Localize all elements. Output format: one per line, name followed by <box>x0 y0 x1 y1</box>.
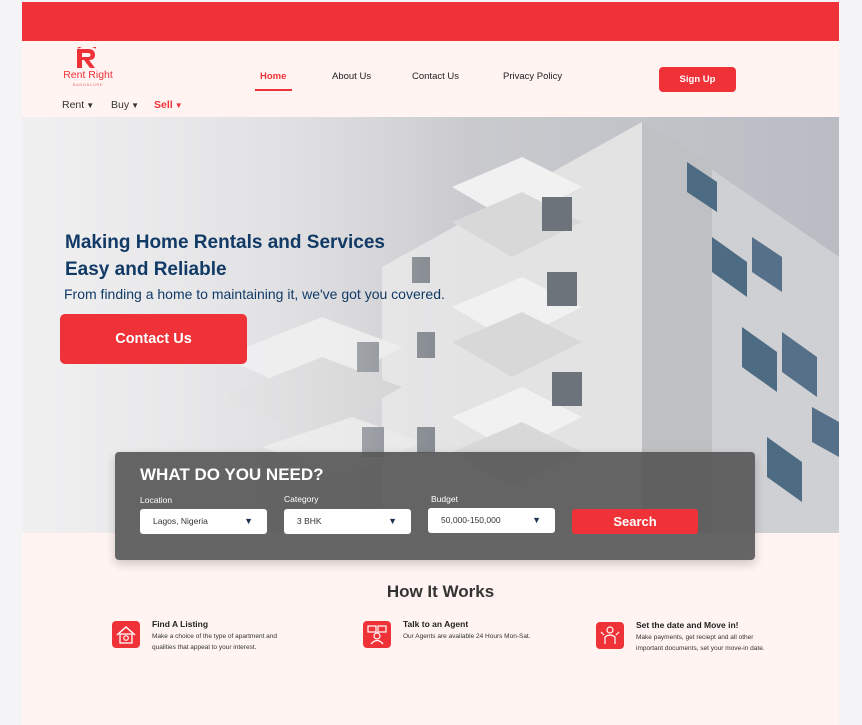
location-select[interactable]: Lagos, Nigeria ▼ <box>140 509 267 534</box>
brand-city: BANGALORE <box>72 82 104 87</box>
step-title: Find A Listing <box>152 619 209 629</box>
hero-headline-line-1: Making Home Rentals and Services <box>65 232 385 253</box>
caret-down-icon: ▼ <box>86 101 95 110</box>
agent-chat-icon <box>363 621 391 648</box>
step-description: Make a choice of the type of apartment a… <box>152 633 278 651</box>
top-banner <box>22 2 839 41</box>
location-label: Location <box>140 495 173 505</box>
caret-down-icon: ▼ <box>174 101 183 110</box>
subnav-rent-label: Rent <box>62 99 85 111</box>
rent-right-logo-icon <box>77 47 97 68</box>
category-value: 3 BHK <box>297 516 322 526</box>
nav-about-us[interactable]: About Us <box>332 71 371 82</box>
hero-headline-line-2: Easy and Reliable <box>65 259 227 280</box>
step-description: Make payments, get reciept and all other… <box>636 634 765 652</box>
hero-subheadline: From finding a home to maintaining it, w… <box>64 286 445 302</box>
house-search-icon <box>112 621 140 648</box>
subnav-buy[interactable]: Buy ▼ <box>111 99 139 111</box>
nav-active-indicator <box>255 89 292 91</box>
caret-down-icon: ▼ <box>131 101 140 110</box>
hero-headline: Making Home Rentals and Services Easy an… <box>65 229 485 283</box>
nav-home[interactable]: Home <box>260 71 286 82</box>
subnav-buy-label: Buy <box>111 99 130 111</box>
subnav-sell-label: Sell <box>154 99 173 111</box>
how-it-works-title: How It Works <box>386 582 495 601</box>
subnav-rent[interactable]: Rent ▼ <box>62 99 94 111</box>
caret-down-icon: ▼ <box>388 516 397 526</box>
brand-name: Rent Right <box>63 69 113 81</box>
category-label: Category <box>284 494 319 504</box>
search-button[interactable]: Search <box>572 509 698 534</box>
nav-contact-us[interactable]: Contact Us <box>412 71 459 82</box>
budget-value: 50,000-150,000 <box>441 515 501 525</box>
step-description: Our Agents are available 24 Hours Mon-Sa… <box>403 633 531 640</box>
step-title: Set the date and Move in! <box>636 620 739 630</box>
site-header: Rent Right BANGALORE Home About Us Conta… <box>22 41 839 117</box>
nav-privacy-policy[interactable]: Privacy Policy <box>503 71 562 82</box>
search-panel: WHAT DO YOU NEED? Location Lagos, Nigeri… <box>115 452 755 560</box>
page-frame: Rent Right BANGALORE Home About Us Conta… <box>22 2 839 725</box>
search-title: WHAT DO YOU NEED? <box>140 465 324 484</box>
category-select[interactable]: 3 BHK ▼ <box>284 509 411 534</box>
subnav-sell[interactable]: Sell ▼ <box>154 99 183 111</box>
step-title: Talk to an Agent <box>403 619 469 629</box>
budget-label: Budget <box>431 494 458 504</box>
contact-us-button[interactable]: Contact Us <box>60 314 247 364</box>
location-value: Lagos, Nigeria <box>153 516 208 526</box>
brand-logo[interactable]: Rent Right BANGALORE <box>60 47 116 89</box>
caret-down-icon: ▼ <box>532 515 541 525</box>
budget-select[interactable]: 50,000-150,000 ▼ <box>428 508 555 533</box>
move-in-icon <box>596 622 624 649</box>
sign-up-button[interactable]: Sign Up <box>659 67 736 92</box>
caret-down-icon: ▼ <box>244 516 253 526</box>
